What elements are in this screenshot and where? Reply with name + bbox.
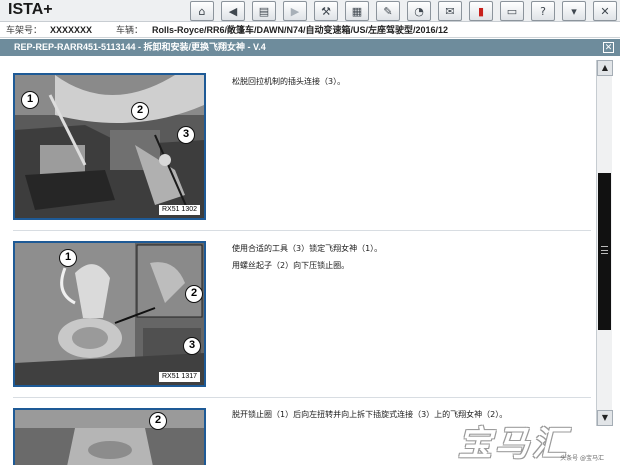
figure-step-3: 2 [13, 408, 206, 465]
help-button[interactable]: ? [531, 1, 555, 21]
step-2-line-2: 用螺丝起子（2）向下压锁止圈。 [232, 261, 350, 270]
figure-step-1: 1 2 3 RX51 1302 [13, 73, 206, 220]
minimize-button[interactable]: ▾ [562, 1, 586, 21]
document-title: REP-REP-RARR451-5113144 - 拆卸和安装/更换飞翔女神 -… [14, 42, 266, 52]
vin-value: XXXXXXX [50, 25, 93, 35]
watermark-caption: 头条号 @宝马汇 [560, 455, 604, 462]
callout-2: 2 [149, 412, 167, 430]
title-bar: ISTA+ ⌂ ◀ ▤ ▶ ⚒ ▦ ✎ ◔ ✉ ▮ ▭ ? ▾ ✕ [0, 0, 620, 22]
measure-button[interactable]: ◔ [407, 1, 431, 21]
step-1-text: 松脱回拉机制的插头连接（3）。 [232, 73, 345, 90]
callout-2: 2 [185, 285, 203, 303]
home-button[interactable]: ⌂ [190, 1, 214, 21]
callout-3: 3 [183, 337, 201, 355]
figure-image-1 [15, 75, 204, 218]
step-2-line-1: 使用合适的工具（3）锁定飞翔女神（1）。 [232, 244, 383, 253]
step-1-line-1: 松脱回拉机制的插头连接（3）。 [232, 77, 346, 86]
back-button[interactable]: ◀ [221, 1, 245, 21]
grip-icon [601, 246, 608, 254]
watermark-logo: 宝马汇 [458, 424, 569, 464]
document-icon: ▤ [258, 4, 270, 18]
pencil-icon: ✎ [383, 4, 393, 18]
vehicle-data-button[interactable]: ▦ [345, 1, 369, 21]
gauge-icon: ◔ [414, 4, 424, 18]
vehicle-label: 车辆： [116, 25, 144, 35]
figure-label: RX51 1302 [158, 205, 200, 215]
document-header: REP-REP-RARR451-5113144 - 拆卸和安装/更换飞翔女神 -… [0, 39, 620, 56]
close-app-button[interactable]: ✕ [593, 1, 617, 21]
figure-image-3 [15, 410, 204, 465]
callout-2: 2 [131, 102, 149, 120]
vertical-scrollbar[interactable]: ▲ ▼ [596, 60, 613, 426]
message-button[interactable]: ✉ [438, 1, 462, 21]
wrench-icon: ⚒ [321, 4, 331, 18]
document-content: 1 2 3 RX51 1302 松脱回拉机制的插头连接（3）。 1 2 3 RX… [0, 56, 596, 465]
envelope-icon: ✉ [445, 4, 455, 18]
step-2-text: 使用合适的工具（3）锁定飞翔女神（1）。 用螺丝起子（2）向下压锁止圈。 [232, 240, 382, 274]
toolbar: ⌂ ◀ ▤ ▶ ⚒ ▦ ✎ ◔ ✉ ▮ ▭ ? ▾ ✕ [183, 1, 620, 21]
arrow-right-icon: ▶ [290, 4, 300, 18]
battery-button[interactable]: ▮ [469, 1, 493, 21]
home-icon: ⌂ [198, 4, 206, 18]
battery-icon: ▮ [477, 4, 485, 18]
screen-button[interactable]: ▭ [500, 1, 524, 21]
vehicle-info-row: 车架号： XXXXXXX 车辆： Rolls-Royce/RR6/敞篷车/DAW… [0, 22, 620, 38]
close-icon: ✕ [600, 4, 610, 18]
edit-button[interactable]: ✎ [376, 1, 400, 21]
figure-label: RX51 1317 [158, 372, 200, 382]
question-icon: ? [540, 4, 546, 18]
close-icon[interactable]: ✕ [603, 42, 614, 53]
service-button[interactable]: ⚒ [314, 1, 338, 21]
figure-image-2 [15, 243, 204, 385]
monitor-icon: ▭ [506, 4, 518, 18]
document-button[interactable]: ▤ [252, 1, 276, 21]
divider [13, 397, 591, 398]
callout-1: 1 [59, 249, 77, 267]
minimize-icon: ▾ [571, 4, 577, 18]
grid-icon: ▦ [351, 4, 363, 18]
divider [13, 230, 591, 231]
forward-button[interactable]: ▶ [283, 1, 307, 21]
figure-step-2: 1 2 3 RX51 1317 [13, 241, 206, 387]
watermark: 宝马汇 头条号 @宝马汇 [458, 416, 608, 464]
app-title: ISTA+ [8, 1, 53, 18]
arrow-left-icon: ◀ [228, 4, 238, 18]
vehicle-value: Rolls-Royce/RR6/敞篷车/DAWN/N74/自动变速箱/US/左座… [152, 25, 449, 35]
scroll-up-button[interactable]: ▲ [597, 60, 613, 76]
vin-label: 车架号： [6, 25, 43, 35]
callout-1: 1 [21, 91, 39, 109]
scroll-thumb[interactable] [598, 173, 611, 330]
callout-3: 3 [177, 126, 195, 144]
triangle-up-icon: ▲ [601, 63, 609, 72]
